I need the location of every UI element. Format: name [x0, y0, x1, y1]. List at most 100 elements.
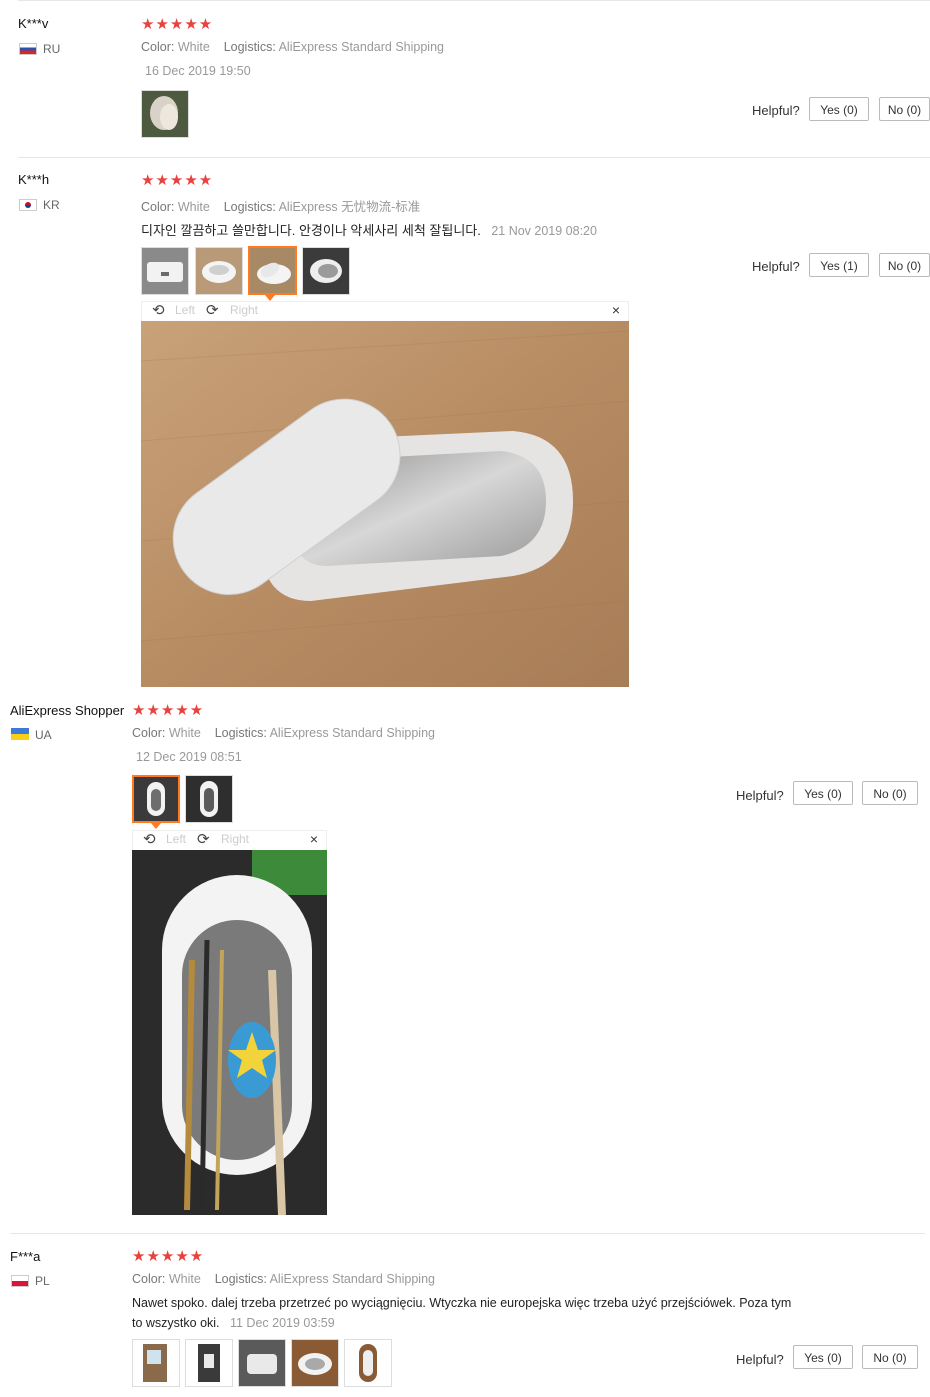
- review-date: 11 Dec 2019 03:59: [229, 1316, 335, 1330]
- flag-ru-icon: [19, 43, 37, 55]
- photo-cleaner-with-brushes-icon: [132, 850, 327, 1215]
- reviewer-name: AliExpress Shopper: [10, 703, 125, 718]
- helpful-no-button[interactable]: No (0): [879, 253, 930, 277]
- helpful-no-button[interactable]: No (0): [879, 97, 930, 121]
- photo-thumbnail-icon: [142, 248, 188, 294]
- photo-thumbnail-icon: [292, 1340, 338, 1386]
- review-photo-thumb[interactable]: [302, 247, 350, 295]
- photo-thumbnail-icon: [133, 1340, 179, 1386]
- photo-thumbnail-icon: [142, 91, 188, 137]
- close-icon[interactable]: ×: [612, 302, 620, 318]
- review-text: 디자인 깔끔하고 쓸만합니다. 안경이나 악세사리 세척 잘됩니다.: [141, 223, 481, 238]
- logistics-value: AliExpress Standard Shipping: [269, 726, 435, 740]
- logistics-label: Logistics:: [223, 40, 276, 54]
- review-photo-large: [132, 850, 327, 1215]
- helpful-yes-button[interactable]: Yes (0): [809, 97, 869, 121]
- review-photo-thumb[interactable]: [238, 1339, 286, 1387]
- helpful-no-button[interactable]: No (0): [862, 781, 918, 805]
- review-body: to wszystko oki. 11 Dec 2019 03:59: [132, 1314, 335, 1332]
- rotate-left-label[interactable]: Left: [175, 303, 195, 317]
- order-info: Color: White Logistics: AliExpress 无忧物流-…: [141, 196, 420, 215]
- review-photo-thumb[interactable]: [185, 1339, 233, 1387]
- rotate-right-label[interactable]: Right: [221, 832, 249, 846]
- logistics-value: AliExpress Standard Shipping: [269, 1272, 435, 1286]
- star-rating: ★★★★★: [141, 16, 214, 33]
- image-viewer-toolbar: ⟲ Left ⟳ Right ×: [132, 830, 327, 850]
- helpful-no-button[interactable]: No (0): [862, 1345, 918, 1369]
- review-text-line1: Nawet spoko. dalej trzeba przetrzeć po w…: [132, 1296, 792, 1310]
- photo-thumbnail-icon: [345, 1340, 391, 1386]
- rotate-left-label[interactable]: Left: [166, 832, 186, 846]
- photo-cleaner-on-table-icon: [141, 321, 629, 687]
- review-photo-thumb[interactable]: [291, 1339, 339, 1387]
- logistics-value: AliExpress 无忧物流-标准: [278, 200, 421, 214]
- flag-kr-icon: [19, 199, 37, 211]
- rotate-right-icon[interactable]: ⟳: [197, 830, 210, 848]
- flag-pl-icon: [11, 1275, 29, 1287]
- review-photo-thumb[interactable]: [344, 1339, 392, 1387]
- color-label: Color:: [141, 200, 175, 214]
- rotate-left-icon[interactable]: ⟲: [143, 830, 156, 848]
- review-photo-thumb-selected[interactable]: [248, 246, 297, 295]
- color-value: White: [168, 1272, 201, 1286]
- flag-ua-icon: [11, 728, 29, 740]
- star-rating: ★★★★★: [132, 702, 205, 719]
- logistics-value: AliExpress Standard Shipping: [278, 40, 444, 54]
- divider: [18, 0, 930, 1]
- color-value: White: [168, 726, 201, 740]
- color-value: White: [177, 40, 210, 54]
- review-photo-thumb[interactable]: [195, 247, 243, 295]
- reviewer-name: K***v: [18, 16, 49, 31]
- helpful-yes-button[interactable]: Yes (0): [793, 781, 853, 805]
- order-info: Color: White Logistics: AliExpress Stand…: [132, 726, 435, 740]
- review-text-line2: to wszystko oki.: [132, 1316, 220, 1330]
- color-value: White: [177, 200, 210, 214]
- reviewer-name: F***a: [10, 1249, 41, 1264]
- photo-thumbnail-icon: [239, 1340, 285, 1386]
- photo-thumbnail-icon: [134, 777, 178, 821]
- helpful-label: Helpful?: [736, 788, 784, 803]
- reviewer-name: K***h: [18, 172, 50, 187]
- review-photo-thumb[interactable]: [132, 1339, 180, 1387]
- logistics-label: Logistics:: [214, 726, 267, 740]
- image-viewer-toolbar: ⟲ Left ⟳ Right ×: [141, 301, 629, 321]
- review-photo-large: [141, 321, 629, 687]
- close-icon[interactable]: ×: [310, 831, 318, 847]
- review-photo-thumb[interactable]: [185, 775, 233, 823]
- review-photo-thumb-selected[interactable]: [132, 775, 180, 823]
- rotate-right-label[interactable]: Right: [230, 303, 258, 317]
- photo-thumbnail-icon: [196, 248, 242, 294]
- review-body: 디자인 깔끔하고 쓸만합니다. 안경이나 악세사리 세척 잘됩니다. 21 No…: [141, 220, 597, 240]
- logistics-label: Logistics:: [214, 1272, 267, 1286]
- order-info: Color: White Logistics: AliExpress Stand…: [132, 1272, 435, 1286]
- color-label: Color:: [141, 40, 175, 54]
- star-rating: ★★★★★: [141, 172, 214, 189]
- logistics-label: Logistics:: [223, 200, 276, 214]
- photo-thumbnail-icon: [186, 1340, 232, 1386]
- helpful-label: Helpful?: [752, 103, 800, 118]
- reviewer-country: UA: [35, 728, 52, 742]
- selected-caret: [151, 823, 161, 829]
- reviewer-country: KR: [43, 198, 60, 212]
- rotate-left-icon[interactable]: ⟲: [152, 301, 165, 319]
- review-date: 16 Dec 2019 19:50: [145, 64, 251, 78]
- helpful-yes-button[interactable]: Yes (0): [793, 1345, 853, 1369]
- photo-thumbnail-icon: [250, 248, 295, 293]
- rotate-right-icon[interactable]: ⟳: [206, 301, 219, 319]
- review-photo-thumb[interactable]: [141, 90, 189, 138]
- star-rating: ★★★★★: [132, 1248, 205, 1265]
- helpful-yes-button[interactable]: Yes (1): [809, 253, 869, 277]
- helpful-label: Helpful?: [752, 259, 800, 274]
- review-photo-thumb[interactable]: [141, 247, 189, 295]
- review-date: 21 Nov 2019 08:20: [491, 224, 597, 238]
- divider: [10, 1233, 925, 1234]
- color-label: Color:: [132, 1272, 166, 1286]
- color-label: Color:: [132, 726, 166, 740]
- photo-thumbnail-icon: [186, 776, 232, 822]
- divider: [18, 157, 930, 158]
- photo-thumbnail-icon: [303, 248, 349, 294]
- review-date: 12 Dec 2019 08:51: [136, 750, 242, 764]
- helpful-label: Helpful?: [736, 1352, 784, 1367]
- reviewer-country: RU: [43, 42, 61, 56]
- order-info: Color: White Logistics: AliExpress Stand…: [141, 40, 444, 54]
